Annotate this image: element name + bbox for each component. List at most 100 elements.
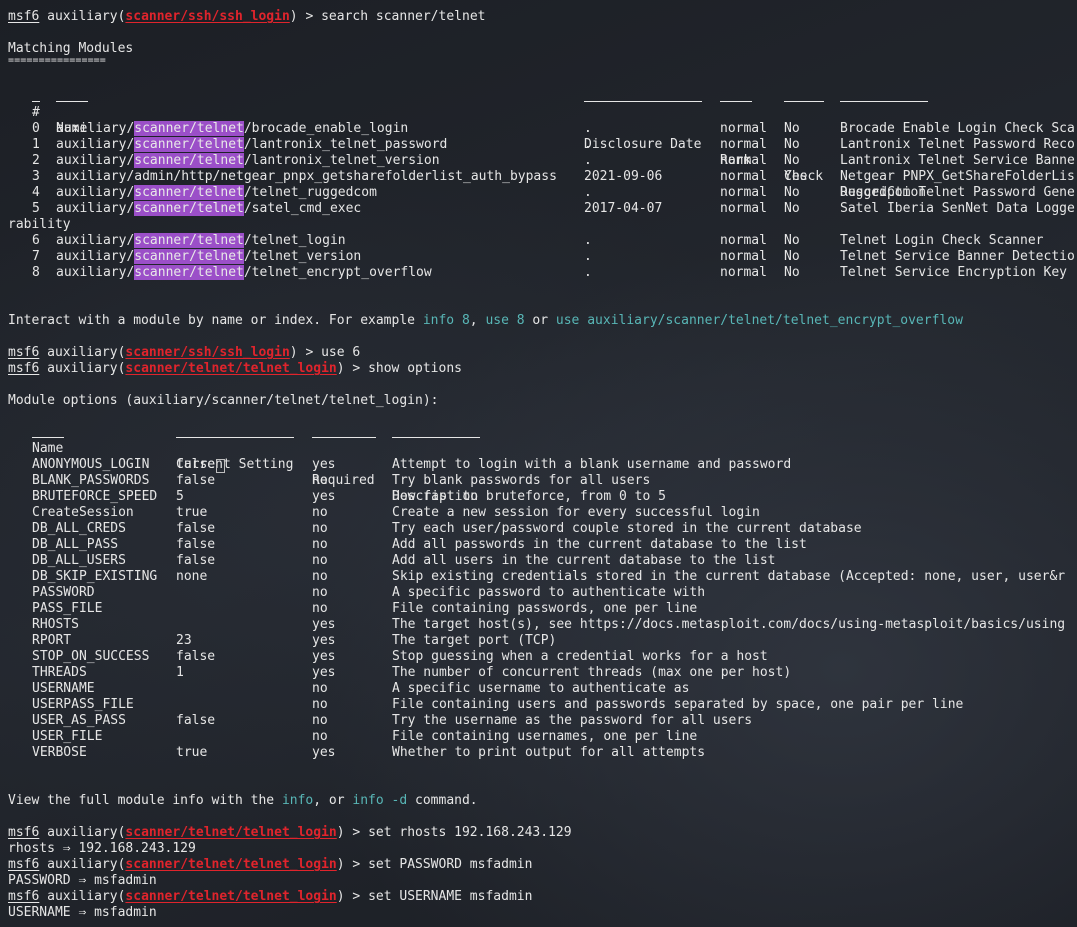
option-name: PASS_FILE bbox=[32, 601, 103, 616]
option-row: THREADS 1 yes The number of concurrent thre… bbox=[8, 665, 1077, 681]
module-path-match: scanner/telnet bbox=[134, 185, 244, 200]
module-path-prefix: auxiliary/ bbox=[56, 153, 135, 168]
option-row: DB_ALL_PASS false no Add all passwords in t… bbox=[8, 537, 1077, 553]
option-required: no bbox=[312, 729, 328, 744]
option-description: Try blank passwords for all users bbox=[392, 473, 651, 488]
row-num: 0 bbox=[32, 121, 40, 136]
row-date: . bbox=[584, 121, 592, 136]
command-text: search scanner/telnet bbox=[321, 9, 486, 24]
view-info-text: View the full module info with the bbox=[8, 793, 282, 808]
option-description: The number of concurrent threads (max on… bbox=[392, 665, 792, 680]
header-num: # bbox=[32, 105, 40, 120]
option-required: yes bbox=[312, 617, 336, 632]
option-setting: 23 bbox=[176, 633, 192, 648]
search-result-row: 2 auxiliary/scanner/telnet/lantronix_teln… bbox=[8, 153, 1077, 169]
row-check: No bbox=[784, 265, 800, 280]
module-path-prefix: auxiliary/ bbox=[56, 233, 135, 248]
prompt-module: scanner/telnet/telnet_login bbox=[125, 361, 337, 376]
option-row: CreateSession true no Create a new session … bbox=[8, 505, 1077, 521]
prompt-aux: auxiliary( bbox=[47, 345, 126, 360]
output-rhosts: rhosts ⇒ 192.168.243.129 bbox=[8, 841, 196, 856]
option-name: DB_ALL_CREDS bbox=[32, 521, 126, 536]
option-name: RHOSTS bbox=[32, 617, 79, 632]
row-num: 1 bbox=[32, 137, 40, 152]
row-num: 8 bbox=[32, 265, 40, 280]
view-info-info: info bbox=[281, 793, 314, 808]
row-num: 5 bbox=[32, 201, 40, 216]
row-module-name: auxiliary/scanner/telnet/telnet_ruggedco… bbox=[56, 185, 377, 201]
row-module-name: auxiliary/scanner/telnet/telnet_version bbox=[56, 249, 361, 265]
option-description: Add all users in the current database to… bbox=[392, 553, 776, 568]
module-path-prefix: auxiliary/admin/http/netgear_pnpx_getsha… bbox=[56, 169, 557, 184]
option-setting: none bbox=[176, 569, 208, 584]
option-setting: 1 bbox=[176, 665, 184, 680]
search-result-row: 7 auxiliary/scanner/telnet/telnet_version… bbox=[8, 249, 1077, 265]
prompt-aux: auxiliary( bbox=[47, 889, 126, 904]
command-text: show options bbox=[368, 361, 462, 376]
option-description: Try the username as the password for all… bbox=[392, 713, 753, 728]
header-name: Name bbox=[32, 441, 64, 456]
row-rank: normal bbox=[720, 249, 767, 264]
option-required: yes bbox=[312, 665, 336, 680]
module-path-prefix: auxiliary/ bbox=[56, 249, 135, 264]
option-row: PASSWORD no A specific password to authent… bbox=[8, 585, 1077, 601]
module-path-prefix: auxiliary/ bbox=[56, 137, 135, 152]
option-name: USERNAME bbox=[32, 681, 95, 696]
option-setting: false bbox=[176, 649, 216, 664]
row-rank: normal bbox=[720, 185, 767, 200]
row-check: No bbox=[784, 185, 800, 200]
search-result-row: 1 auxiliary/scanner/telnet/lantronix_teln… bbox=[8, 137, 1077, 153]
option-setting: false bbox=[176, 473, 216, 488]
interact-text: Interact with a module by name or index.… bbox=[8, 313, 423, 328]
output-password: PASSWORD ⇒ msfadmin bbox=[8, 873, 157, 888]
option-name: USER_AS_PASS bbox=[32, 713, 126, 728]
row-rank: normal bbox=[720, 201, 767, 216]
interact-hint: Interact with a module by name or index.… bbox=[8, 313, 963, 329]
option-name: VERBOSE bbox=[32, 745, 87, 760]
module-path-prefix: auxiliary/ bbox=[56, 121, 135, 136]
module-path-prefix: auxiliary/ bbox=[56, 201, 135, 216]
option-name: PASSWORD bbox=[32, 585, 95, 600]
option-setting: true bbox=[176, 505, 208, 520]
option-description: Try each user/password couple stored in … bbox=[392, 521, 862, 536]
module-path-match: scanner/telnet bbox=[134, 233, 244, 248]
option-row: DB_ALL_USERS false no Add all users in the … bbox=[8, 553, 1077, 569]
module-path-match: scanner/telnet bbox=[134, 153, 244, 168]
option-row: USER_FILE no File containing usernames, on… bbox=[8, 729, 1077, 745]
row-rank: normal bbox=[720, 233, 767, 248]
option-required: no bbox=[312, 585, 328, 600]
option-description: The target host(s), see https://docs.met… bbox=[392, 617, 1066, 632]
option-row: USERPASS_FILE no File containing users and… bbox=[8, 697, 1077, 713]
option-description: File containing passwords, one per line bbox=[392, 601, 698, 616]
option-setting: 5 bbox=[176, 489, 184, 504]
option-required: no bbox=[312, 713, 328, 728]
module-path-match: scanner/telnet bbox=[134, 249, 244, 264]
option-description: Create a new session for every successfu… bbox=[392, 505, 760, 520]
row-num: 3 bbox=[32, 169, 40, 184]
row-module-name: auxiliary/admin/http/netgear_pnpx_getsha… bbox=[56, 169, 557, 185]
prompt-close: ) > bbox=[336, 825, 369, 840]
option-row: DB_SKIP_EXISTING none no Skip existing cred… bbox=[8, 569, 1077, 585]
prompt-aux: auxiliary( bbox=[47, 825, 126, 840]
prompt-module: scanner/telnet/telnet_login bbox=[125, 889, 337, 904]
option-row: BRUTEFORCE_SPEED 5 yes How fast to brutefor… bbox=[8, 489, 1077, 505]
row-date: . bbox=[584, 153, 592, 168]
option-description: The target port (TCP) bbox=[392, 633, 557, 648]
option-row: VERBOSE true yes Whether to print output fo… bbox=[8, 745, 1077, 761]
module-path-suffix: /brocade_enable_login bbox=[243, 121, 409, 136]
row-description: RuggedCom Telnet Password Gene bbox=[840, 185, 1075, 200]
command-text: set rhosts 192.168.243.129 bbox=[368, 825, 572, 840]
command-text: set PASSWORD msfadmin bbox=[368, 857, 533, 872]
terminal-output[interactable]: msf6 auxiliary(scanner/ssh/ssh_login) > … bbox=[8, 0, 1077, 927]
prompt-close: ) > bbox=[289, 345, 322, 360]
option-description: Skip existing credentials stored in the … bbox=[392, 569, 1066, 584]
option-row: STOP_ON_SUCCESS false yes Stop guessing whe… bbox=[8, 649, 1077, 665]
option-required: yes bbox=[312, 745, 336, 760]
option-description: A specific password to authenticate with bbox=[392, 585, 706, 600]
option-description: File containing usernames, one per line bbox=[392, 729, 698, 744]
row-module-name: auxiliary/scanner/telnet/telnet_login bbox=[56, 233, 346, 249]
option-required: no bbox=[312, 553, 328, 568]
prompt-line-set-username: msf6 auxiliary(scanner/telnet/telnet_log… bbox=[8, 889, 532, 905]
module-path-suffix: /lantronix_telnet_version bbox=[243, 153, 440, 168]
row-check: No bbox=[784, 137, 800, 152]
